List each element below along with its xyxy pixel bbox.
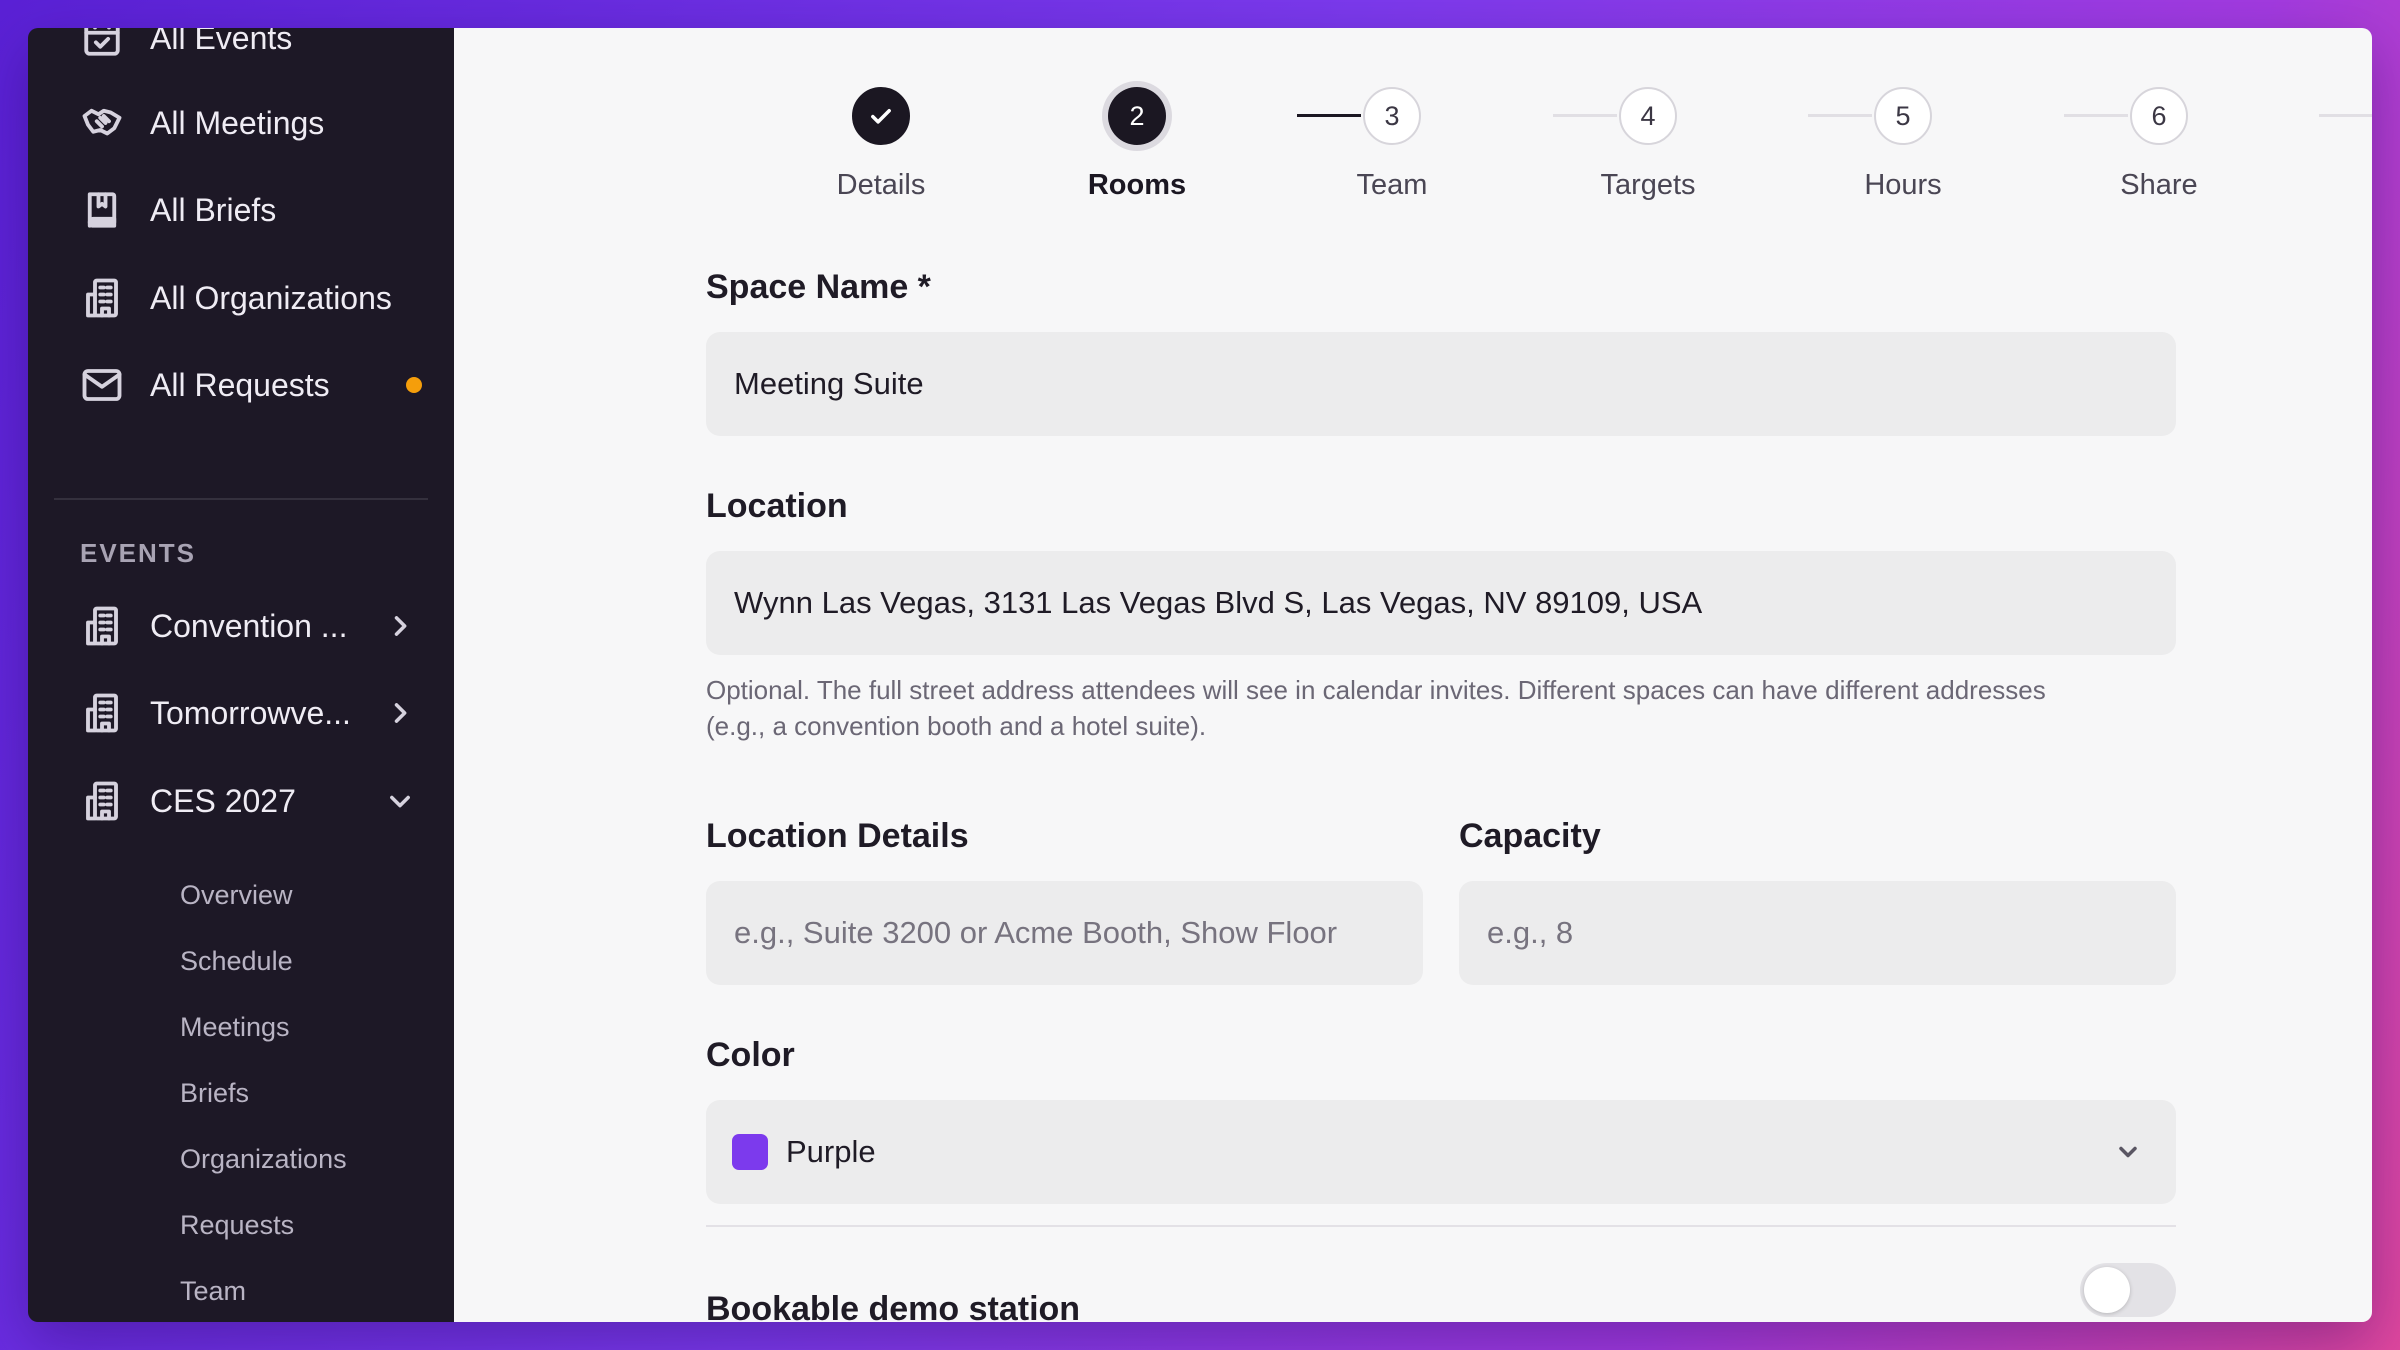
location-details-label: Location Details [706, 817, 969, 855]
sidebar-event-label: Tomorrowve... [150, 694, 351, 731]
sidebar-subitem-meetings[interactable]: Meetings [180, 1012, 290, 1043]
sidebar-subitem-overview[interactable]: Overview [180, 880, 293, 911]
mail-icon [80, 363, 124, 407]
location-details-field[interactable] [706, 881, 1423, 985]
sidebar-item-all-events[interactable]: All Events [80, 28, 440, 68]
chevron-down-icon[interactable] [386, 787, 414, 815]
step-circle: 4 [1619, 87, 1677, 145]
step-circle: 3 [1363, 87, 1421, 145]
space-name-input[interactable] [732, 365, 2176, 403]
check-icon [871, 109, 891, 124]
sidebar-subitem-schedule[interactable]: Schedule [180, 946, 293, 977]
sidebar-subitem-organizations[interactable]: Organizations [180, 1144, 347, 1175]
step-connector [2319, 114, 2372, 117]
sidebar-event-label: CES 2027 [150, 782, 296, 819]
sidebar-item-label: All Requests [150, 366, 330, 403]
building-icon [80, 276, 124, 320]
location-helper-text: Optional. The full street address attend… [706, 672, 2186, 744]
step-label: Details [836, 169, 926, 201]
step-label: Team [1356, 169, 1428, 201]
sidebar-item-label: All Events [150, 28, 293, 56]
book-icon [80, 188, 124, 232]
sidebar: All Events All Meetings All Briefs All O… [28, 28, 454, 1322]
sidebar-subitem-team[interactable]: Team [180, 1276, 246, 1307]
step-label: Targets [1600, 169, 1696, 201]
sidebar-section-title: EVENTS [80, 538, 197, 568]
building-icon [80, 779, 124, 823]
wizard-stepper: Details 2 Rooms 3 Team 4 Targets 5 Hours [454, 28, 2372, 228]
app-window: All Events All Meetings All Briefs All O… [28, 28, 2372, 1322]
sidebar-item-all-organizations[interactable]: All Organizations [80, 268, 440, 328]
demo-station-label: Bookable demo station [706, 1290, 1081, 1322]
capacity-field[interactable] [1459, 881, 2176, 985]
space-name-label: Space Name * [706, 268, 931, 306]
location-helper-line1: Optional. The full street address attend… [706, 675, 2046, 705]
sidebar-item-all-requests[interactable]: All Requests [80, 355, 440, 415]
capacity-label: Capacity [1459, 817, 1601, 855]
capacity-input[interactable] [1485, 914, 2176, 952]
main-panel: Details 2 Rooms 3 Team 4 Targets 5 Hours [454, 28, 2372, 1322]
sidebar-divider [54, 498, 428, 500]
step-hours[interactable]: 5 Hours [1823, 87, 1983, 202]
step-circle [852, 87, 910, 145]
location-label: Location [706, 487, 848, 525]
step-circle: 5 [1874, 87, 1932, 145]
step-team[interactable]: 3 Team [1312, 87, 1472, 202]
step-rooms[interactable]: 2 Rooms [1057, 87, 1217, 202]
step-share[interactable]: 6 Share [2079, 87, 2239, 202]
location-helper-line2: (e.g., a convention booth and a hotel su… [706, 711, 1207, 741]
step-details[interactable]: Details [801, 87, 961, 202]
location-field[interactable] [706, 551, 2176, 655]
sidebar-item-label: All Meetings [150, 104, 325, 141]
handshake-icon [80, 101, 124, 145]
sidebar-event-label: Convention ... [150, 607, 348, 644]
section-divider [706, 1225, 2176, 1227]
sidebar-event-ces-2027[interactable]: CES 2027 [80, 771, 440, 831]
sidebar-item-all-briefs[interactable]: All Briefs [80, 180, 440, 240]
sidebar-item-label: All Organizations [150, 279, 392, 316]
chevron-down-icon [2114, 1138, 2142, 1166]
sidebar-event-convention[interactable]: Convention ... [80, 596, 440, 656]
toggle-knob [2084, 1267, 2130, 1313]
step-circle: 2 [1108, 87, 1166, 145]
building-icon [80, 604, 124, 648]
sidebar-subitem-briefs[interactable]: Briefs [180, 1078, 249, 1109]
demo-station-toggle[interactable] [2080, 1263, 2176, 1317]
step-label: Share [2120, 169, 2198, 201]
sidebar-item-label: All Briefs [150, 191, 277, 228]
location-details-input[interactable] [732, 914, 1423, 952]
chevron-right-icon[interactable] [386, 699, 414, 727]
chevron-right-icon[interactable] [386, 612, 414, 640]
step-label: Rooms [1087, 169, 1187, 201]
step-targets[interactable]: 4 Targets [1568, 87, 1728, 202]
location-input[interactable] [732, 584, 2176, 622]
color-swatch [732, 1134, 768, 1170]
building-icon [80, 691, 124, 735]
sidebar-subitem-requests[interactable]: Requests [180, 1210, 294, 1241]
space-name-field[interactable] [706, 332, 2176, 436]
step-circle: 6 [2130, 87, 2188, 145]
notification-dot [406, 377, 422, 393]
color-label: Color [706, 1036, 795, 1074]
step-label: Hours [1864, 169, 1942, 201]
sidebar-event-tomorrowverse[interactable]: Tomorrowve... [80, 683, 440, 743]
sidebar-item-all-meetings[interactable]: All Meetings [80, 93, 440, 153]
calendar-check-icon [80, 28, 124, 60]
color-select-value: Purple [786, 1134, 876, 1169]
color-select[interactable]: Purple [706, 1100, 2176, 1204]
